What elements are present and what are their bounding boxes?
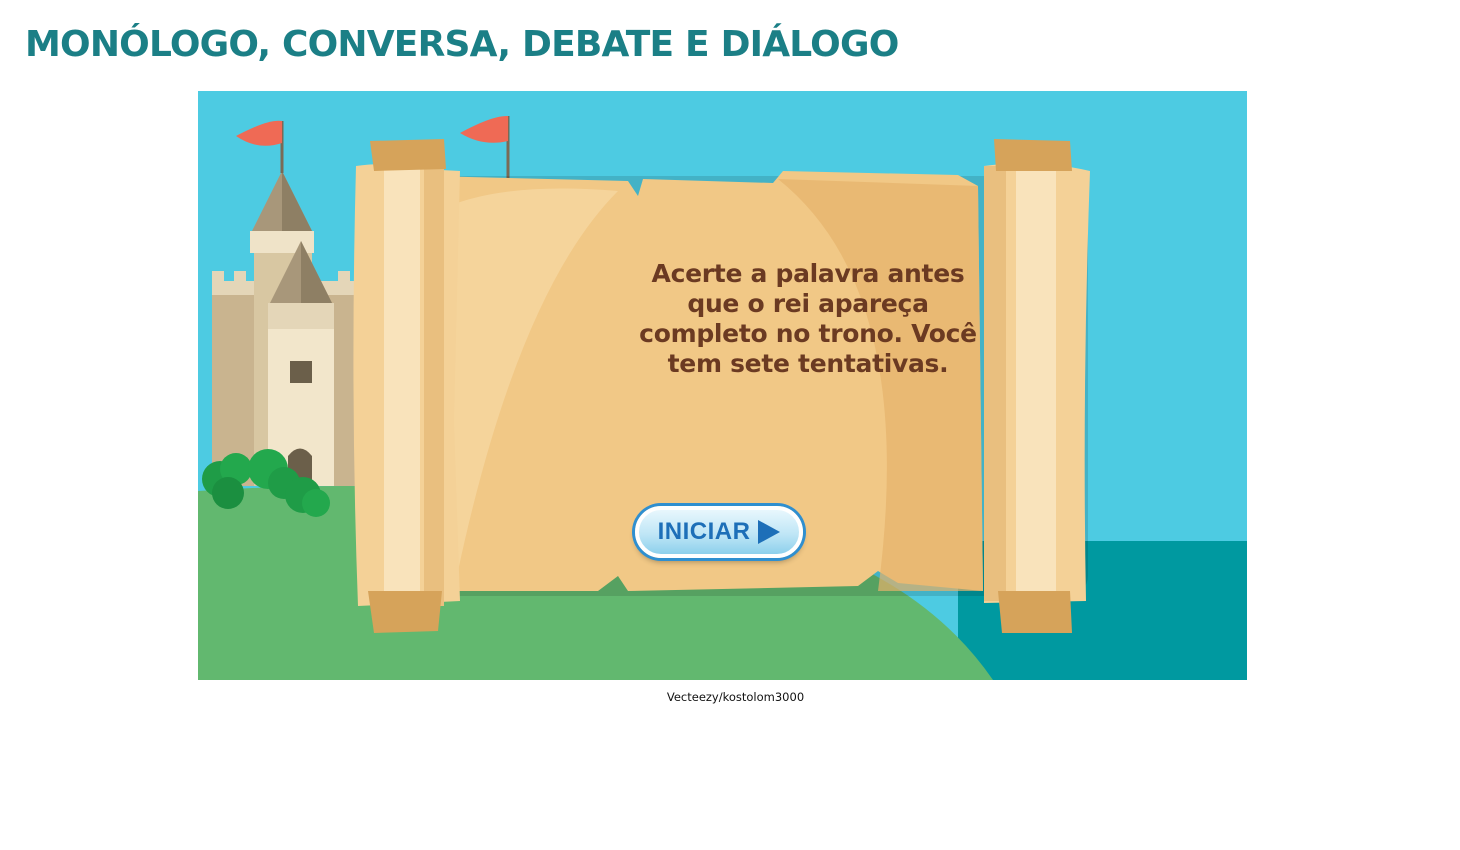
- start-button-label: INICIAR: [657, 518, 751, 545]
- game-illustration: [198, 91, 1247, 680]
- image-credit: Vecteezy/kostolom3000: [666, 690, 805, 704]
- play-arrow-icon: [758, 520, 781, 544]
- game-frame[interactable]: Acerte a palavra antes que o rei apareça…: [198, 91, 1247, 680]
- game-instructions: Acerte a palavra antes que o rei apareça…: [639, 259, 977, 378]
- page-title: MONÓLOGO, CONVERSA, DEBATE E DIÁLOGO: [25, 24, 899, 65]
- start-button[interactable]: INICIAR: [635, 506, 803, 558]
